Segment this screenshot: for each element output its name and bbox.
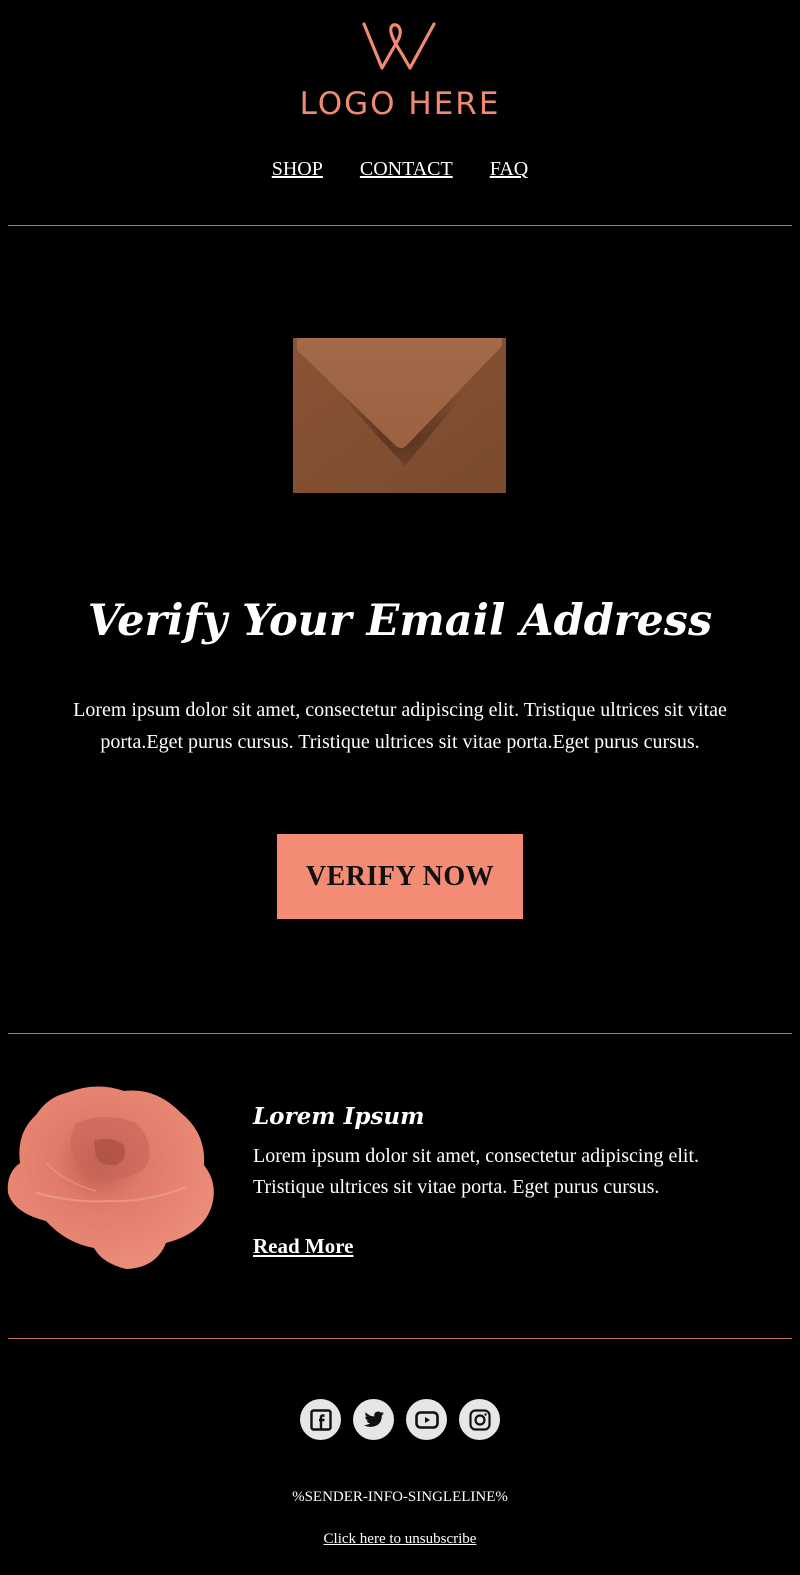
feature-body: Lorem ipsum dolor sit amet, consectetur … <box>253 1145 700 1198</box>
verify-now-button[interactable]: VERIFY NOW <box>277 834 523 919</box>
nav-faq-link[interactable]: FAQ <box>490 158 529 180</box>
nav-shop-link[interactable]: SHOP <box>272 158 323 180</box>
instagram-link[interactable] <box>459 1399 500 1440</box>
top-nav: SHOP CONTACT FAQ <box>0 158 800 181</box>
twitter-icon <box>363 1410 384 1427</box>
youtube-link[interactable] <box>406 1399 447 1440</box>
divider-top <box>8 225 792 226</box>
divider-middle <box>8 1033 792 1034</box>
read-more-link[interactable]: Read More <box>253 1234 354 1259</box>
facebook-icon <box>309 1408 332 1431</box>
intro-text: Lorem ipsum dolor sit amet, consectetur … <box>73 699 727 753</box>
sender-info: %SENDER-INFO-SINGLELINE% <box>292 1489 508 1505</box>
feature-title: Lorem Ipsum <box>253 1103 425 1130</box>
nav-contact-link[interactable]: CONTACT <box>360 158 453 180</box>
logo: LOGO HERE <box>0 18 800 122</box>
logo-mark-icon <box>362 22 436 70</box>
unsubscribe: Click here to unsubscribe <box>0 1531 800 1548</box>
divider-bottom <box>8 1338 792 1339</box>
instagram-icon <box>468 1408 491 1431</box>
facebook-link[interactable] <box>300 1399 341 1440</box>
page-title: Verify Your Email Address <box>87 596 713 646</box>
youtube-icon <box>414 1410 439 1429</box>
unsubscribe-link[interactable]: Click here to unsubscribe <box>324 1531 477 1547</box>
rose-image <box>6 1083 218 1273</box>
social-links <box>0 1399 800 1440</box>
logo-text: LOGO HERE <box>299 86 501 122</box>
twitter-link[interactable] <box>353 1399 394 1440</box>
envelope-image <box>293 338 506 493</box>
